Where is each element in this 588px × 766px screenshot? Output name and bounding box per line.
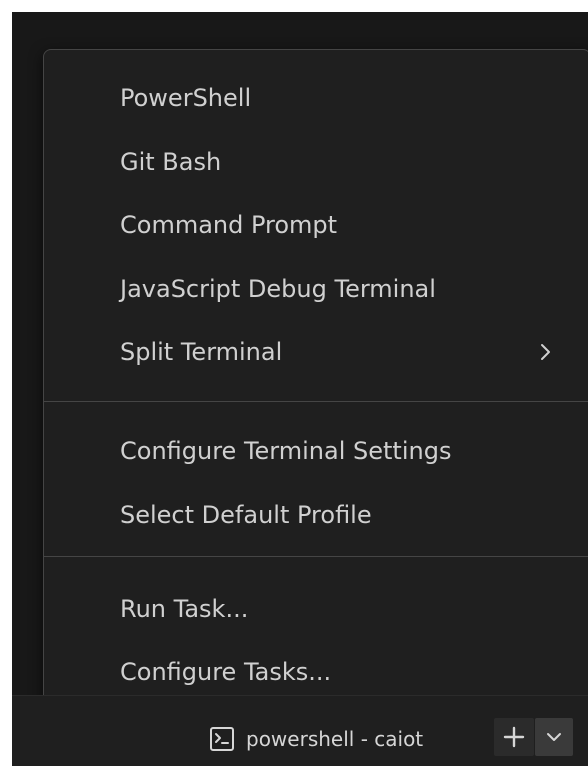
menu-item-split-terminal[interactable]: Split Terminal: [44, 323, 588, 381]
menu-item-command-prompt[interactable]: Command Prompt: [44, 196, 588, 254]
add-terminal-button[interactable]: [494, 718, 534, 756]
chevron-right-icon: [541, 344, 550, 360]
menu-item-label: Select Default Profile: [120, 501, 372, 529]
terminal-panel-bar: powershell - caiot: [12, 695, 588, 766]
menu-item-label: Configure Terminal Settings: [120, 437, 452, 465]
menu-item-label: Git Bash: [120, 148, 222, 176]
menu-item-select-default-profile[interactable]: Select Default Profile: [44, 486, 588, 544]
plus-icon: [503, 726, 525, 748]
vscode-window: PowerShell Git Bash Command Prompt JavaS…: [12, 12, 588, 766]
menu-item-label: Configure Tasks...: [120, 658, 332, 686]
menu-item-configure-tasks[interactable]: Configure Tasks...: [44, 643, 588, 701]
menu-item-label: Command Prompt: [120, 211, 338, 239]
terminal-context-menu: PowerShell Git Bash Command Prompt JavaS…: [43, 49, 588, 711]
terminal-tab[interactable]: powershell - caiot: [208, 723, 423, 755]
menu-separator: [44, 401, 588, 402]
menu-item-configure-terminal-settings[interactable]: Configure Terminal Settings: [44, 422, 588, 480]
menu-item-label: Split Terminal: [120, 338, 283, 366]
menu-item-label: Run Task...: [120, 595, 249, 623]
terminal-icon: [210, 727, 234, 751]
chevron-down-icon: [547, 733, 561, 741]
menu-item-label: PowerShell: [120, 84, 252, 112]
menu-item-powershell[interactable]: PowerShell: [44, 69, 588, 127]
menu-item-run-task[interactable]: Run Task...: [44, 580, 588, 638]
menu-item-git-bash[interactable]: Git Bash: [44, 133, 588, 191]
menu-item-label: JavaScript Debug Terminal: [120, 275, 436, 303]
terminal-tab-label: powershell - caiot: [246, 727, 424, 751]
terminal-dropdown-button[interactable]: [535, 718, 573, 756]
menu-separator: [44, 556, 588, 557]
menu-item-javascript-debug-terminal[interactable]: JavaScript Debug Terminal: [44, 260, 588, 318]
